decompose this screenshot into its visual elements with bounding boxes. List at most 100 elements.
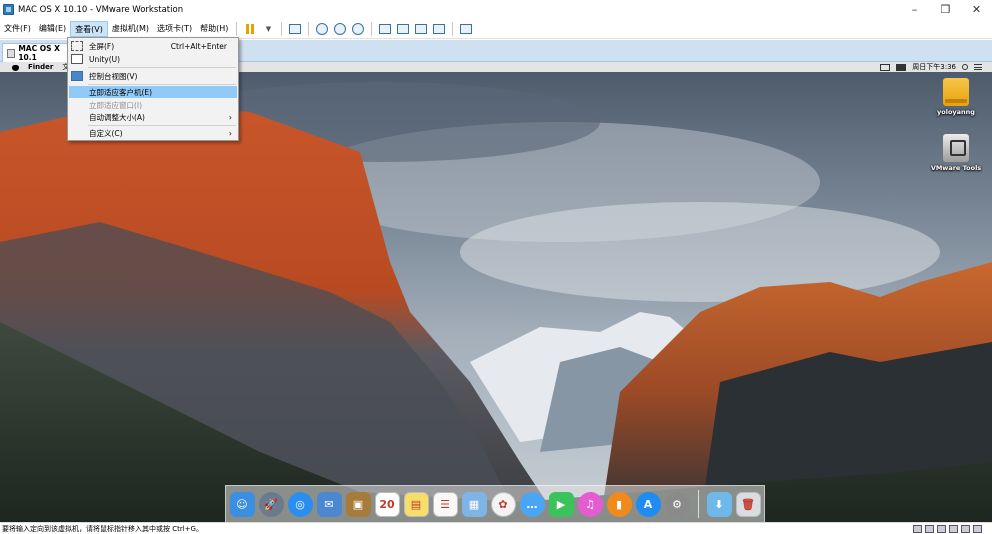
dock-finder-icon[interactable]: ☺	[229, 491, 255, 517]
dock-contacts-icon[interactable]: ▣	[345, 491, 371, 517]
power-dropdown-button[interactable]: ▼	[259, 21, 277, 37]
status-bar: 要将输入定向到该虚拟机，请将鼠标指针移入其中或按 Ctrl+G。	[0, 522, 992, 534]
dock-safari-icon[interactable]: ◎	[287, 491, 313, 517]
desktop-icon-hard-drive[interactable]: yoloyanng	[926, 78, 986, 116]
menu-item-label: Unity(U)	[89, 54, 121, 64]
spotlight-search-icon[interactable]	[962, 64, 968, 70]
mac-active-app[interactable]: Finder	[28, 63, 53, 71]
dock-mail-icon[interactable]: ✉	[316, 491, 342, 517]
vmware-app-icon	[3, 4, 14, 15]
console-view-icon	[460, 23, 473, 34]
dock-system-preferences-icon[interactable]: ⚙	[664, 491, 690, 517]
console-view-icon	[71, 71, 83, 81]
toolbar-separator	[371, 21, 373, 36]
console-view-button[interactable]	[457, 21, 475, 37]
menu-item-label: 立即适应客户机(E)	[89, 87, 153, 97]
menu-item-fit-window-now: 立即适应窗口(I)	[69, 99, 237, 111]
usb-status-icon[interactable]	[949, 525, 958, 533]
menu-item-label: 全屏(F)	[89, 41, 115, 51]
full-screen-icon	[415, 23, 428, 34]
maximize-button[interactable]: ❐	[930, 0, 961, 19]
snapshot-manager-button[interactable]	[349, 21, 367, 37]
take-snapshot-button[interactable]	[313, 21, 331, 37]
vm-tab[interactable]: MAC OS X 10.1	[2, 43, 76, 62]
revert-snapshot-button[interactable]	[331, 21, 349, 37]
dock-preview-icon[interactable]: ▦	[461, 491, 487, 517]
chevron-right-icon: ›	[228, 112, 232, 122]
dock-trash-icon[interactable]: 🗑	[735, 491, 761, 517]
vm-tab-icon	[7, 48, 16, 58]
minimize-button[interactable]: –	[899, 0, 930, 19]
library-icon	[379, 23, 392, 34]
unity-button[interactable]	[430, 21, 448, 37]
menu-tabs[interactable]: 选项卡(T)	[153, 21, 196, 37]
menu-divider	[88, 67, 236, 68]
dock-launchpad-icon[interactable]: 🚀	[258, 491, 284, 517]
window-controls: – ❐ ✕	[899, 0, 992, 19]
menu-view[interactable]: 查看(V)	[70, 20, 108, 37]
dock-itunes-icon[interactable]: ♫	[577, 491, 603, 517]
revert-snapshot-icon	[334, 22, 347, 35]
input-source-icon[interactable]	[896, 63, 907, 71]
cd-dvd-status-icon[interactable]	[925, 525, 934, 533]
thumbnail-bar-icon	[397, 23, 410, 34]
sound-status-icon[interactable]	[961, 525, 970, 533]
mac-dock: ☺ 🚀 ◎ ✉ ▣ 20 ▤ ☰ ▦ ✿… ▶ ♫ ▮ A ⚙ ⬇ 🗑	[225, 485, 765, 522]
close-button[interactable]: ✕	[961, 0, 992, 19]
hard-disk-status-icon[interactable]	[913, 525, 922, 533]
toolbar-separator	[281, 21, 283, 36]
dock-reminders-icon[interactable]: ☰	[432, 491, 458, 517]
menu-bar: 文件(F) 编辑(E) 查看(V) 虚拟机(M) 选项卡(T) 帮助(H) ▼	[0, 19, 992, 39]
menu-vm[interactable]: 虚拟机(M)	[108, 21, 153, 37]
menu-item-fit-guest-now[interactable]: 立即适应客户机(E)	[69, 86, 237, 98]
toolbar-separator	[452, 21, 454, 36]
dock-downloads-folder-icon[interactable]: ⬇	[706, 491, 732, 517]
desktop-icon-label: yoloyanng	[937, 108, 975, 116]
menu-file[interactable]: 文件(F)	[0, 21, 35, 37]
desktop-icon-label: VMware Tools	[930, 164, 982, 172]
dock-messages-icon[interactable]: …	[519, 491, 545, 517]
toolbar-separator	[308, 21, 310, 36]
dock-facetime-icon[interactable]: ▶	[548, 491, 574, 517]
menu-divider	[88, 125, 236, 126]
apple-menu-icon[interactable]	[12, 63, 19, 71]
display-mirroring-icon[interactable]	[880, 63, 891, 71]
dock-ibooks-icon[interactable]: ▮	[606, 491, 632, 517]
desktop-icon-vmware-tools[interactable]: VMware Tools	[926, 134, 986, 172]
menu-item-label: 控制台视图(V)	[89, 71, 138, 81]
menu-item-label: 自定义(C)	[89, 128, 123, 138]
show-library-button[interactable]	[376, 21, 394, 37]
pause-icon	[246, 23, 255, 34]
vmware-tools-disk-icon	[943, 134, 969, 162]
menu-item-console-view[interactable]: 控制台视图(V)	[69, 70, 237, 82]
snapshot-icon	[316, 22, 329, 35]
menu-edit[interactable]: 编辑(E)	[35, 21, 70, 37]
chevron-right-icon: ›	[228, 128, 232, 138]
snapshot-manager-icon	[352, 22, 365, 35]
device-status-icons	[913, 523, 982, 534]
notification-center-icon[interactable]	[974, 64, 982, 70]
dock-photos-icon[interactable]: ✿	[490, 491, 516, 517]
fullscreen-icon	[71, 41, 83, 51]
menu-help[interactable]: 帮助(H)	[196, 21, 232, 37]
menu-item-full-screen[interactable]: 全屏(F) Ctrl+Alt+Enter	[69, 40, 237, 52]
dock-app-store-icon[interactable]: A	[635, 491, 661, 517]
send-ctrl-alt-del-button[interactable]	[286, 21, 304, 37]
menu-item-label: 自动调整大小(A)	[89, 112, 145, 122]
menu-item-customize[interactable]: 自定义(C) ›	[69, 127, 237, 139]
pause-button[interactable]	[241, 21, 259, 37]
show-thumbnail-button[interactable]	[394, 21, 412, 37]
mac-status-area: 周日下午3:36	[880, 62, 982, 72]
dock-notes-icon[interactable]: ▤	[403, 491, 429, 517]
network-status-icon[interactable]	[937, 525, 946, 533]
full-screen-button[interactable]	[412, 21, 430, 37]
dock-calendar-icon[interactable]: 20	[374, 491, 400, 517]
mac-clock[interactable]: 周日下午3:36	[912, 62, 956, 72]
keyboard-icon	[289, 23, 302, 34]
message-log-icon[interactable]	[973, 525, 982, 533]
status-message: 要将输入定向到该虚拟机，请将鼠标指针移入其中或按 Ctrl+G。	[2, 524, 203, 533]
chevron-down-icon: ▼	[265, 24, 272, 33]
menu-item-unity[interactable]: Unity(U)	[69, 53, 237, 65]
toolbar-separator	[236, 21, 238, 36]
menu-item-autosize[interactable]: 自动调整大小(A) ›	[69, 111, 237, 123]
